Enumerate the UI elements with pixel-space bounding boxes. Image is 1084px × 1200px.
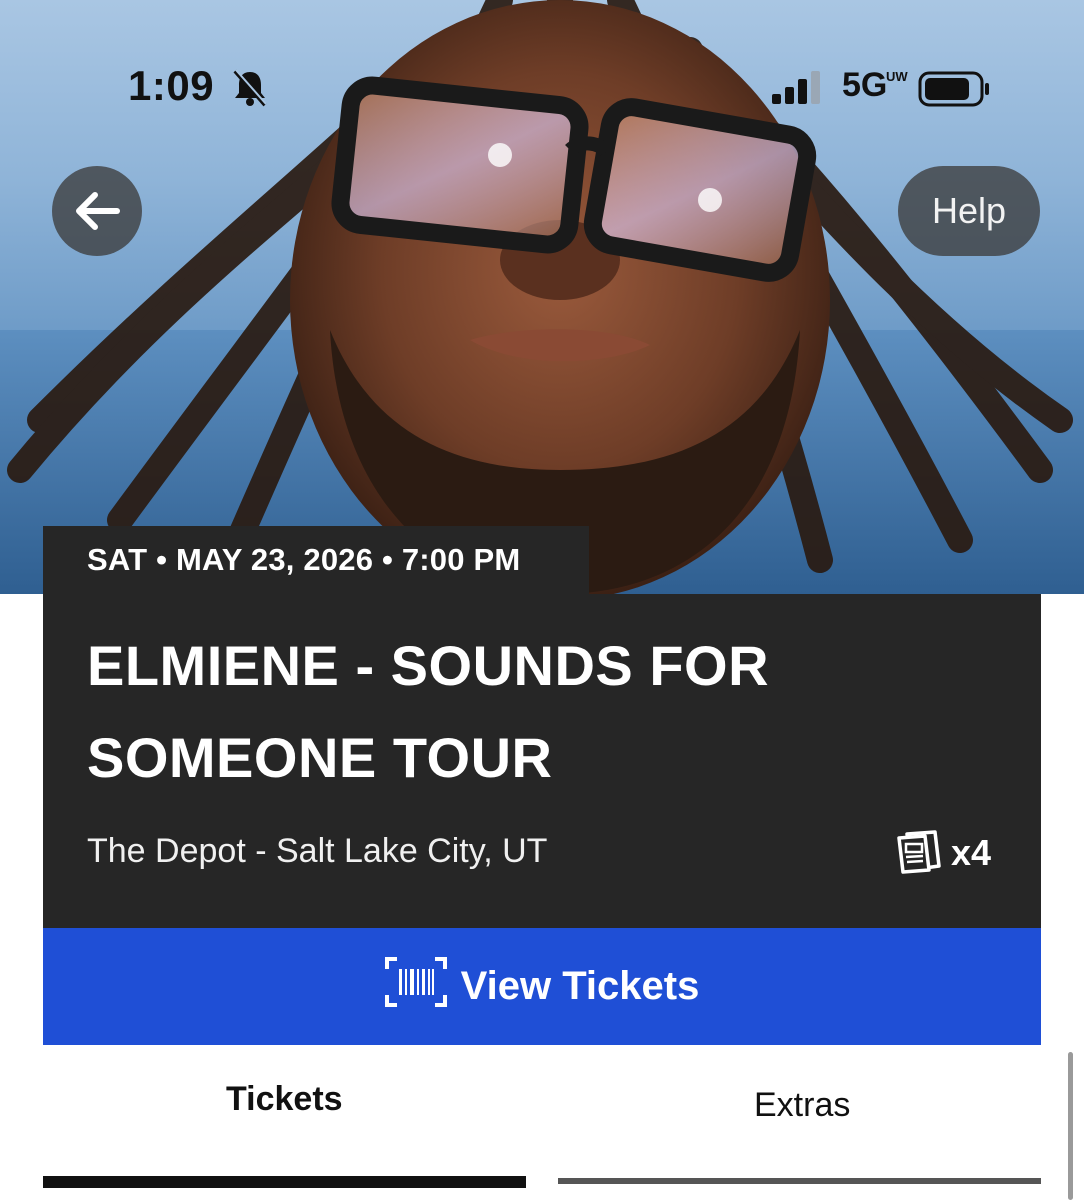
view-tickets-label: View Tickets — [460, 964, 700, 1008]
hero-image: 1:09 5G UW Help — [0, 0, 1084, 594]
event-info-card: ELMIENE - SOUNDS FOR SOMEONE TOUR The De… — [43, 594, 1041, 928]
battery-icon — [918, 71, 989, 107]
tab-extras[interactable]: Extras — [754, 1086, 850, 1125]
help-button[interactable]: Help — [898, 166, 1040, 256]
tab-tickets[interactable]: Tickets — [226, 1080, 343, 1119]
bell-slash-icon — [233, 69, 267, 107]
tab-extras-indicator — [558, 1178, 1041, 1184]
scrollbar[interactable] — [1068, 1052, 1073, 1200]
event-venue: The Depot - Salt Lake City, UT — [87, 832, 548, 870]
barcode-icon — [384, 956, 447, 1017]
event-date-time: SAT • MAY 23, 2026 • 7:00 PM — [43, 526, 589, 594]
status-time: 1:09 — [128, 62, 215, 109]
network-sub-label: UW — [886, 69, 908, 84]
network-label: 5G — [842, 66, 888, 104]
arrow-left-icon — [76, 192, 120, 230]
event-title: ELMIENE - SOUNDS FOR SOMEONE TOUR — [87, 634, 770, 789]
ticket-count: x4 — [951, 832, 992, 873]
ticket-stack-icon — [897, 830, 941, 874]
view-tickets-button[interactable]: View Tickets — [43, 928, 1041, 1045]
back-button[interactable] — [52, 166, 142, 256]
event-detail-screen: 1:09 5G UW Help SAT • MAY 23, 2026 • 7:0… — [0, 0, 1084, 1200]
signal-bars-icon — [772, 71, 820, 104]
tab-tickets-indicator — [43, 1176, 526, 1188]
